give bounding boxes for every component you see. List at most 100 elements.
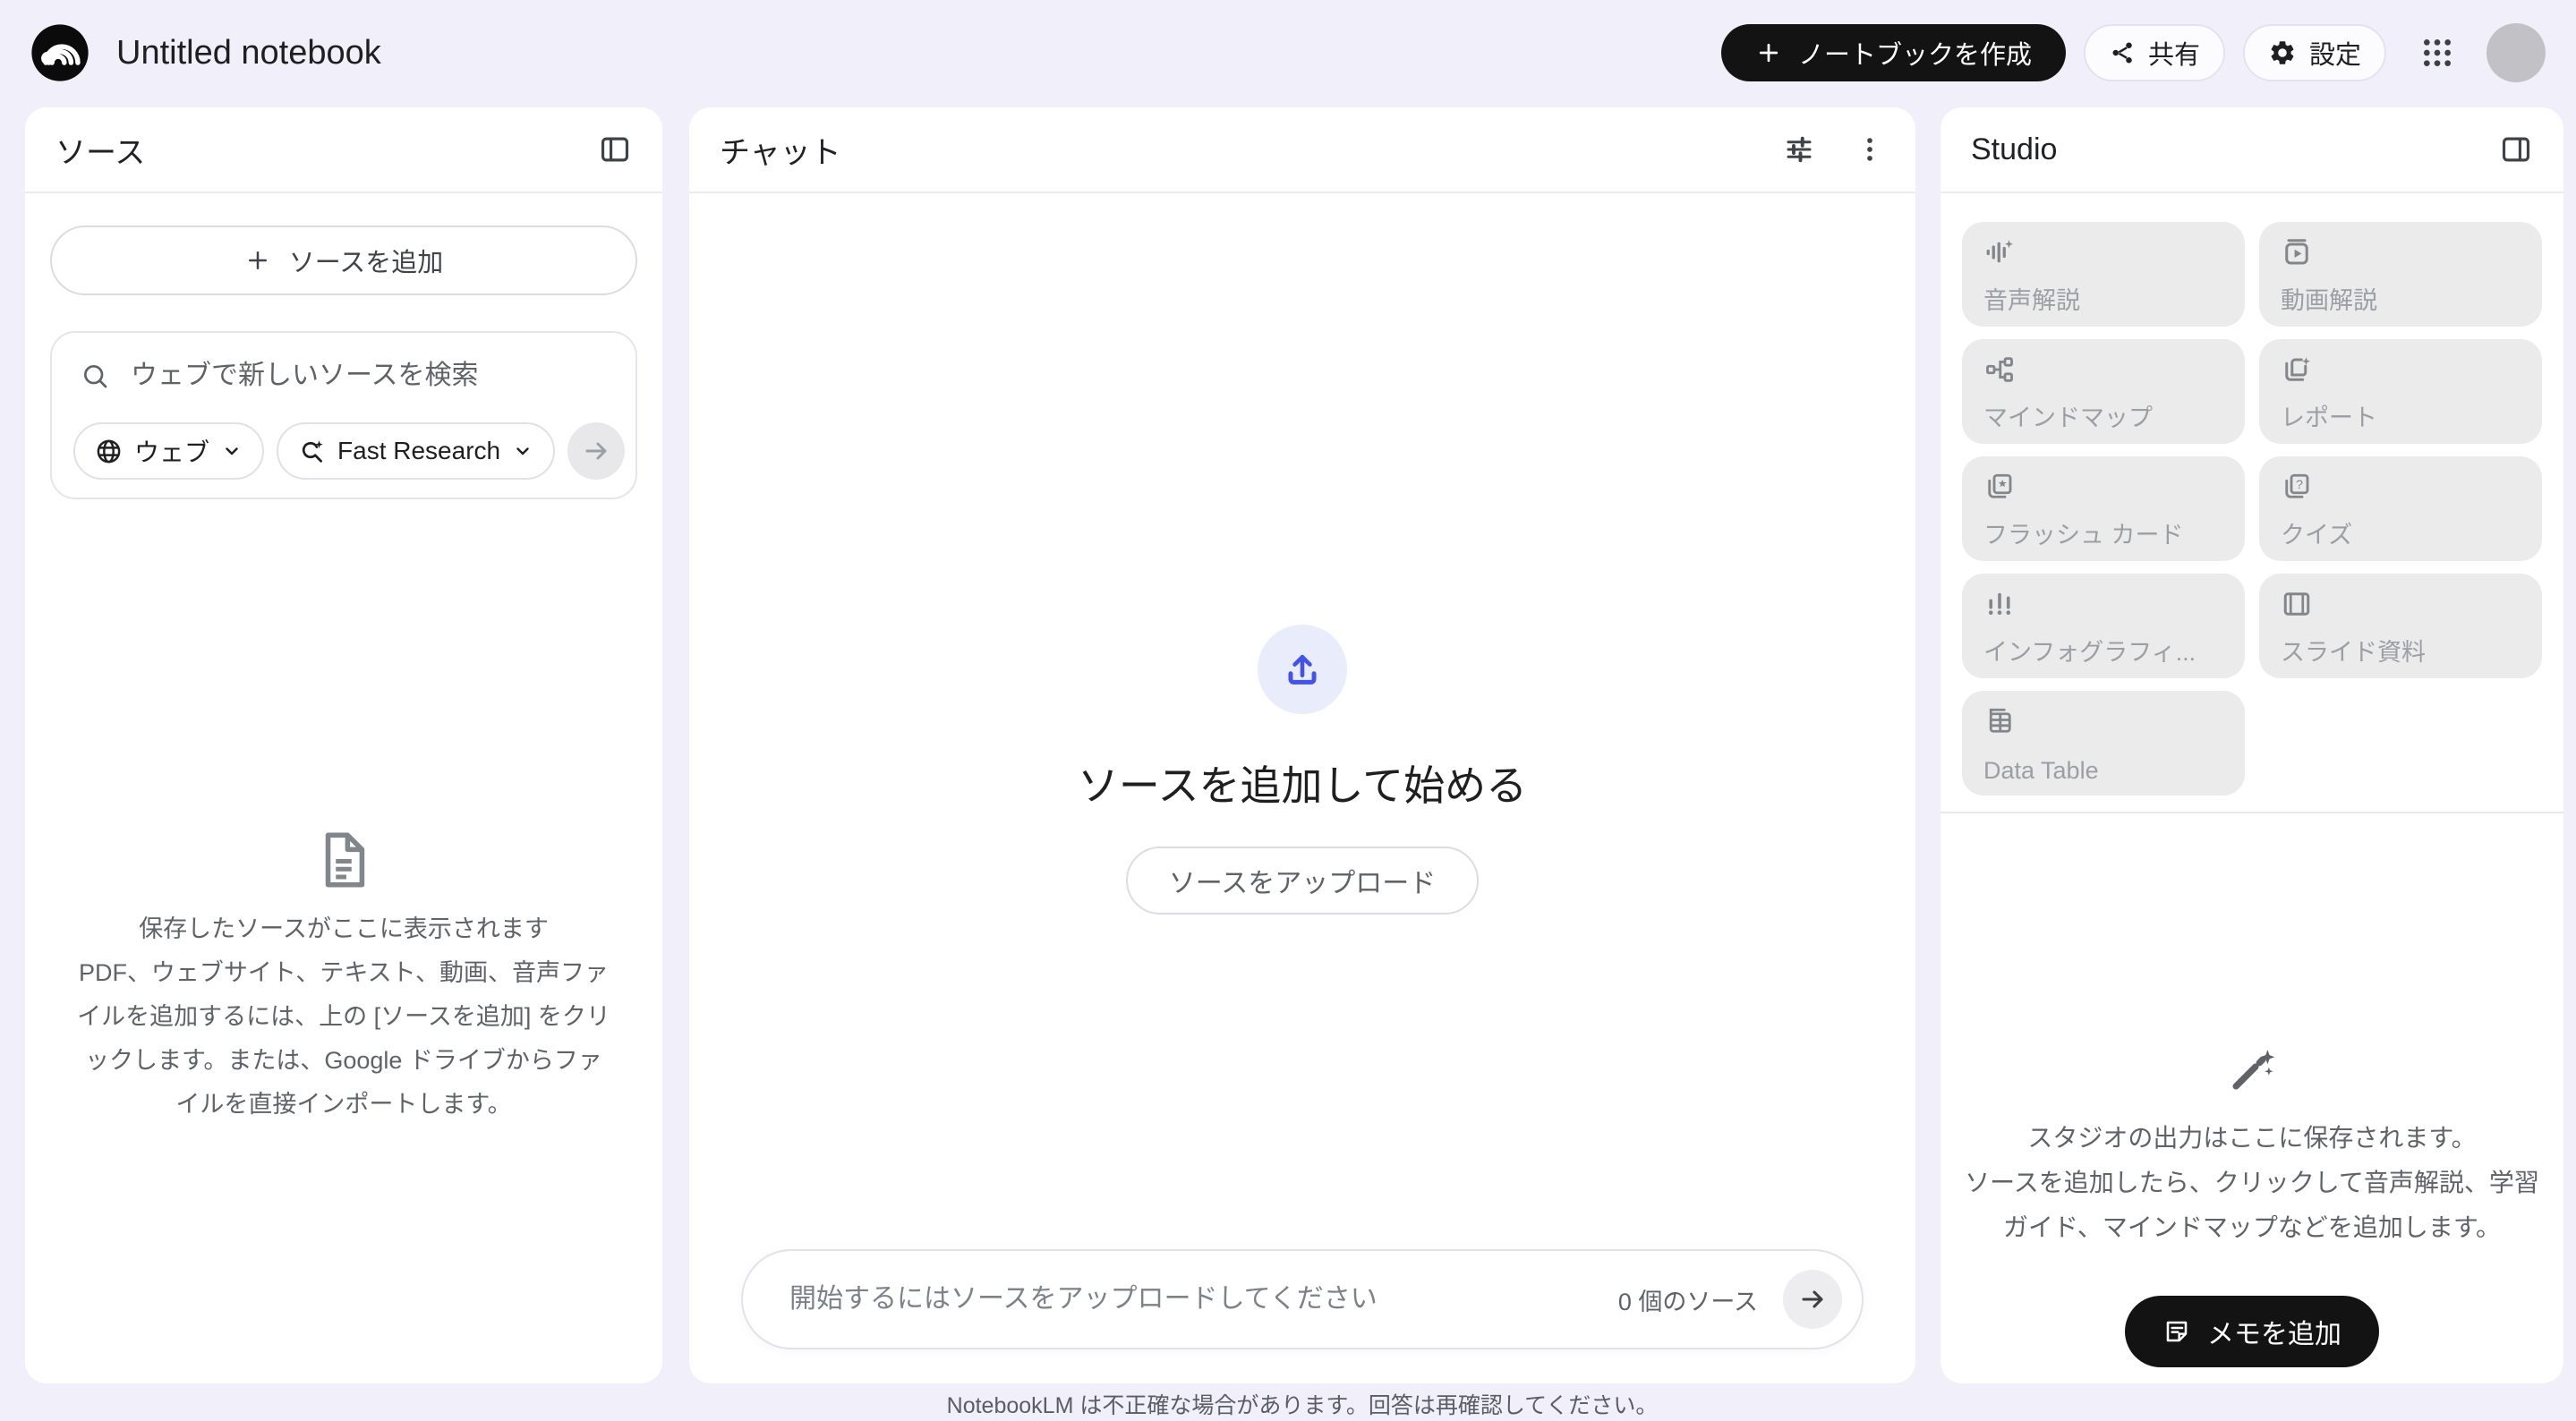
- settings-button[interactable]: 設定: [2242, 24, 2386, 81]
- sources-panel-title: ソース: [55, 135, 146, 170]
- studio-tile-quiz[interactable]: ? クイズ: [2259, 456, 2542, 561]
- chat-input-bar: 0 個のソース: [741, 1249, 1864, 1349]
- research-mode-chip[interactable]: Fast Research: [277, 422, 556, 480]
- collapse-sources-panel-icon[interactable]: [598, 132, 632, 166]
- tile-label: レポート: [2281, 404, 2377, 431]
- quiz-icon: ?: [2285, 473, 2309, 498]
- share-label: 共有: [2147, 41, 2200, 70]
- send-message-button[interactable]: [1783, 1270, 1842, 1329]
- upload-source-label: ソースをアップロード: [1168, 869, 1437, 898]
- google-apps-grid-icon[interactable]: [2413, 29, 2461, 77]
- chat-more-kebab-icon[interactable]: [1855, 134, 1885, 165]
- studio-tile-report[interactable]: レポート: [2259, 339, 2542, 444]
- globe-icon: [97, 439, 121, 463]
- infographic-icon: [1989, 592, 2010, 615]
- sources-panel-body: ソースを追加 ウェブ Fast Rese: [25, 193, 662, 1127]
- source-count-badge: 0 個のソース: [1617, 1288, 1758, 1315]
- tile-label: フラッシュ カード: [1983, 522, 2184, 549]
- chat-empty-state: ソースを追加して始める ソースをアップロード: [689, 625, 1915, 915]
- plus-icon: [248, 251, 267, 269]
- chat-settings-tune-icon[interactable]: [1783, 133, 1815, 166]
- chevron-down-icon: [226, 447, 238, 455]
- sources-empty-state: 保存したソースがここに表示されます PDF、ウェブサイト、テキスト、動画、音声フ…: [50, 829, 637, 1127]
- create-notebook-label: ノートブックを作成: [1797, 41, 2032, 70]
- sources-panel: ソース ソースを追加 ウェブで新しいソースを検索 ウェブ Fast Resear…: [25, 107, 662, 1383]
- chat-panel: チャット ソースを追加して始める ソースをアップロード 0 個のソース: [689, 107, 1915, 1383]
- research-chip-label: Fast Research: [337, 437, 501, 464]
- fast-research-icon: [302, 439, 323, 463]
- add-note-label: メモを追加: [2207, 1320, 2341, 1349]
- notebook-title[interactable]: Untitled notebook: [116, 34, 381, 72]
- studio-divider: [1941, 812, 2563, 813]
- collapse-studio-panel-icon[interactable]: [2499, 132, 2533, 166]
- gear-icon: [2271, 41, 2294, 64]
- brand: Untitled notebook: [30, 23, 381, 82]
- arrow-right-icon: [585, 442, 607, 460]
- add-note-button[interactable]: メモを追加: [2125, 1296, 2379, 1367]
- svg-text:?: ?: [2296, 478, 2303, 492]
- tile-label: 音声解説: [1983, 287, 2080, 314]
- studio-panel: Studio 音声解説 動画解説 マインドマップ レポート フラッシュ カード …: [1941, 107, 2563, 1383]
- chevron-down-icon: [516, 447, 529, 455]
- share-icon: [2112, 42, 2132, 64]
- audio-overview-icon: [1986, 240, 2013, 263]
- document-icon: [325, 832, 365, 888]
- account-avatar[interactable]: [2486, 23, 2546, 82]
- web-source-search-box: ウェブ Fast Research: [50, 331, 637, 499]
- tile-label: Data Table: [1983, 757, 2099, 784]
- chat-panel-title: チャット: [720, 135, 841, 170]
- chat-header-icons: [1783, 133, 1885, 166]
- studio-tile-slides[interactable]: スライド資料: [2259, 574, 2542, 678]
- report-icon: [2285, 357, 2310, 381]
- search-icon: [84, 365, 107, 388]
- studio-tiles-grid: 音声解説 動画解説 マインドマップ レポート フラッシュ カード ? クイズ イ…: [1941, 193, 2563, 796]
- studio-tile-video-overview[interactable]: 動画解説: [2259, 222, 2542, 327]
- studio-tile-mind-map[interactable]: マインドマップ: [1962, 339, 2245, 444]
- video-overview-icon: [2285, 239, 2308, 265]
- studio-empty-state: スタジオの出力はここに保存されます。 ソースを追加したら、クリックして音声解説、…: [1941, 1044, 2563, 1250]
- tile-label: クイズ: [2281, 522, 2353, 549]
- studio-tile-infographic[interactable]: インフォグラフィ...: [1962, 574, 2245, 678]
- studio-panel-header: Studio: [1941, 107, 2563, 193]
- plus-icon: [1759, 43, 1778, 63]
- create-notebook-button[interactable]: ノートブックを作成: [1720, 24, 2066, 81]
- upload-bubble: [1258, 625, 1347, 714]
- tile-label: 動画解説: [2281, 287, 2377, 314]
- share-button[interactable]: 共有: [2083, 24, 2225, 81]
- studio-panel-title: Studio: [1971, 132, 2058, 166]
- notebooklm-logo-icon[interactable]: [30, 23, 90, 82]
- tile-label: マインドマップ: [1983, 404, 2153, 431]
- search-submit-button[interactable]: [567, 422, 626, 480]
- flashcards-icon: [1988, 473, 2012, 498]
- chat-input[interactable]: [789, 1284, 1618, 1315]
- upload-source-button[interactable]: ソースをアップロード: [1125, 847, 1480, 915]
- studio-empty-text: スタジオの出力はここに保存されます。 ソースを追加したら、クリックして音声解説、…: [1965, 1124, 2539, 1241]
- studio-tile-flashcards[interactable]: フラッシュ カード: [1962, 456, 2245, 561]
- web-filter-chip[interactable]: ウェブ: [73, 422, 265, 480]
- search-row: [73, 351, 614, 401]
- tile-label: インフォグラフィ...: [1983, 639, 2196, 666]
- studio-tile-audio-overview[interactable]: 音声解説: [1962, 222, 2245, 327]
- upload-icon: [1288, 654, 1317, 685]
- settings-label: 設定: [2308, 41, 2361, 70]
- web-source-search-input[interactable]: [131, 361, 607, 391]
- top-bar: Untitled notebook ノートブックを作成 共有 設定: [0, 0, 2576, 106]
- chat-empty-title: ソースを追加して始める: [1077, 762, 1528, 809]
- data-table-icon: [1989, 708, 2011, 733]
- magic-wand-icon: [2232, 1050, 2275, 1090]
- add-source-label: ソースを追加: [288, 249, 444, 277]
- sources-empty-text: 保存したソースがここに表示されます PDF、ウェブサイト、テキスト、動画、音声フ…: [77, 915, 610, 1118]
- topbar-actions: ノートブックを作成 共有 設定: [1720, 23, 2546, 82]
- add-source-button[interactable]: ソースを追加: [50, 225, 637, 295]
- studio-tile-data-table[interactable]: Data Table: [1962, 691, 2245, 796]
- mind-map-icon: [1986, 357, 2013, 382]
- disclaimer-text: NotebookLM は不正確な場合があります。回答は再確認してください。: [946, 1393, 1659, 1418]
- search-chips-row: ウェブ Fast Research: [73, 422, 626, 480]
- web-chip-label: ウェブ: [134, 438, 210, 466]
- chat-panel-header: チャット: [689, 107, 1915, 193]
- sources-panel-header: ソース: [25, 107, 662, 193]
- note-icon: [2166, 1321, 2188, 1342]
- slides-icon: [2283, 592, 2310, 616]
- arrow-right-icon: [1802, 1290, 1823, 1308]
- tile-label: スライド資料: [2281, 639, 2426, 666]
